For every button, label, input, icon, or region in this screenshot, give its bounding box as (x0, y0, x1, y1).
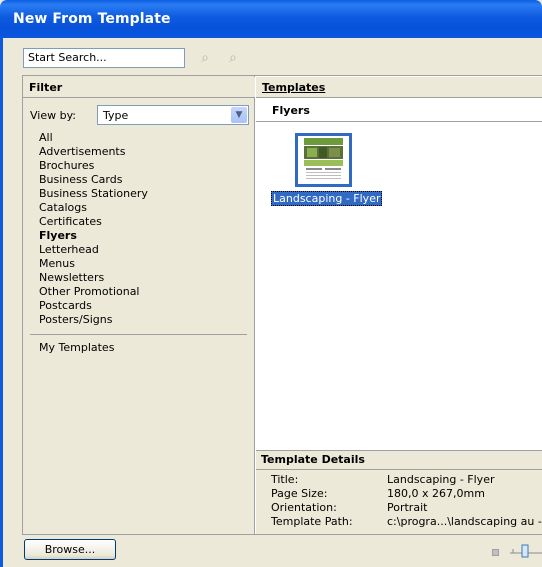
flyer-preview-image (298, 136, 349, 184)
section-header-flyers: Flyers (256, 101, 542, 122)
template-item-label[interactable]: Landscaping - Flyer (271, 191, 383, 206)
type-item-all[interactable]: All (39, 131, 148, 145)
view-by-value: Type (103, 109, 129, 122)
small-thumbnail-icon[interactable] (492, 549, 499, 556)
detail-key: Page Size: (271, 487, 328, 500)
detail-key: Orientation: (271, 501, 337, 514)
type-item-business-cards[interactable]: Business Cards (39, 173, 148, 187)
detail-value: Portrait (387, 501, 428, 514)
search-icon[interactable]: ⌕ (197, 50, 213, 66)
detail-value: c:\progra...\landscaping au - (387, 515, 542, 528)
template-details: Title: Landscaping - Flyer Page Size: 18… (256, 470, 542, 534)
type-item-letterhead[interactable]: Letterhead (39, 243, 148, 257)
detail-value: 180,0 x 267,0mm (387, 487, 485, 500)
view-by-label: View by: (30, 109, 76, 122)
detail-key: Title: (271, 473, 299, 486)
type-item-flyers[interactable]: Flyers (39, 229, 148, 243)
type-item-certificates[interactable]: Certificates (39, 215, 148, 229)
type-item-catalogs[interactable]: Catalogs (39, 201, 148, 215)
type-item-posters-signs[interactable]: Posters/Signs (39, 313, 148, 327)
type-item-brochures[interactable]: Brochures (39, 159, 148, 173)
type-item-other-promotional[interactable]: Other Promotional (39, 285, 148, 299)
title-bar[interactable]: New From Template (0, 0, 542, 38)
chevron-down-icon[interactable]: ▼ (231, 107, 247, 123)
type-item-postcards[interactable]: Postcards (39, 299, 148, 313)
window-title: New From Template (13, 11, 171, 27)
advanced-search-icon[interactable]: ⌕ (225, 50, 241, 66)
type-item-business-stationery[interactable]: Business Stationery (39, 187, 148, 201)
filter-divider (30, 334, 247, 335)
type-item-menus[interactable]: Menus (39, 257, 148, 271)
type-item-advertisements[interactable]: Advertisements (39, 145, 148, 159)
view-by-select[interactable]: Type ▼ (97, 105, 249, 125)
my-templates-item[interactable]: My Templates (39, 341, 114, 354)
type-item-newsletters[interactable]: Newsletters (39, 271, 148, 285)
template-details-header: Template Details (256, 450, 542, 470)
browse-button[interactable]: Browse... (24, 539, 116, 560)
templates-header: Templates (256, 77, 542, 98)
template-thumbnail[interactable] (295, 133, 352, 187)
detail-value: Landscaping - Flyer (387, 473, 495, 486)
template-type-list: All Advertisements Brochures Business Ca… (39, 131, 148, 327)
detail-key: Template Path: (271, 515, 353, 528)
search-input[interactable]: Start Search... (23, 48, 185, 68)
filter-header: Filter (23, 77, 255, 98)
zoom-slider[interactable] (510, 544, 542, 558)
